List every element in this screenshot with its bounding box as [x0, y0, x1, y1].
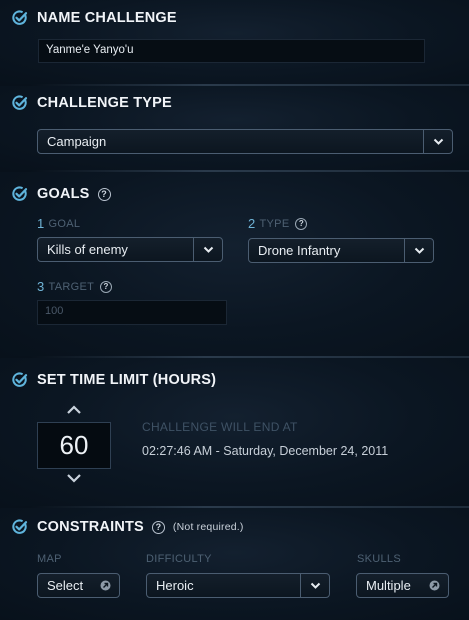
difficulty-label: DIFFICULTY	[146, 553, 212, 565]
check-circle-icon	[12, 372, 28, 387]
heading-text: CONSTRAINTS	[37, 519, 144, 535]
target-label-text: TARGET	[48, 280, 95, 293]
chevron-up-icon[interactable]	[66, 405, 82, 415]
challenge-type-heading: CHALLENGE TYPE	[12, 95, 172, 111]
goal-dropdown[interactable]: Kills of enemy	[37, 237, 223, 262]
check-circle-icon	[12, 10, 28, 25]
dropdown-value: Campaign	[47, 134, 107, 149]
check-circle-icon	[12, 519, 28, 534]
heading-text: NAME CHALLENGE	[37, 10, 177, 26]
heading-text: SET TIME LIMIT (HOURS)	[37, 372, 217, 388]
constraints-heading: CONSTRAINTS ? (Not required.)	[12, 519, 244, 535]
difficulty-dropdown[interactable]: Heroic	[146, 573, 330, 598]
dropdown-value: Kills of enemy	[47, 242, 128, 257]
external-link-icon	[100, 580, 111, 591]
help-icon[interactable]: ?	[295, 217, 308, 230]
button-label: Select	[47, 578, 84, 593]
type-label-text: TYPE	[259, 217, 290, 230]
chevron-down-icon[interactable]	[193, 238, 222, 261]
name-challenge-heading: NAME CHALLENGE	[12, 10, 177, 26]
chevron-down-icon[interactable]	[300, 574, 329, 597]
chevron-down-icon[interactable]	[423, 130, 452, 153]
goals-heading: GOALS ?	[12, 186, 111, 202]
heading-text: CHALLENGE TYPE	[37, 95, 172, 111]
end-time-label: CHALLENGE WILL END AT	[142, 420, 298, 434]
not-required-note: (Not required.)	[172, 521, 244, 533]
time-limit-heading: SET TIME LIMIT (HOURS)	[12, 372, 216, 388]
skulls-label: SKULLS	[357, 553, 401, 565]
target-label: 3 TARGET ?	[37, 279, 113, 294]
external-link-icon	[429, 580, 440, 591]
type-label: 2 TYPE ?	[248, 216, 308, 231]
heading-text: GOALS	[37, 186, 90, 202]
help-icon[interactable]: ?	[97, 187, 111, 201]
challenge-type-dropdown[interactable]: Campaign	[37, 129, 453, 154]
type-number: 2	[248, 216, 256, 231]
end-time-value: 02:27:46 AM - Saturday, December 24, 201…	[142, 444, 389, 458]
check-circle-icon	[12, 95, 28, 110]
help-icon[interactable]: ?	[151, 520, 165, 534]
button-label: Multiple	[366, 578, 411, 593]
chevron-down-icon[interactable]	[66, 473, 82, 483]
help-icon[interactable]: ?	[100, 280, 113, 293]
target-input[interactable]: 100	[37, 300, 227, 325]
skulls-select-button[interactable]: Multiple	[356, 573, 449, 598]
dropdown-value: Heroic	[156, 578, 194, 593]
check-circle-icon	[12, 186, 28, 201]
goal-number: 1	[37, 216, 45, 231]
challenge-name-input[interactable]: Yanme'e Yanyo'u	[38, 39, 425, 63]
map-select-button[interactable]: Select	[37, 573, 120, 598]
map-label: MAP	[37, 553, 62, 565]
goal-label-text: GOAL	[48, 217, 81, 230]
target-number: 3	[37, 279, 45, 294]
chevron-down-icon[interactable]	[404, 239, 433, 262]
hours-stepper-value[interactable]: 60	[37, 422, 111, 469]
dropdown-value: Drone Infantry	[258, 243, 341, 258]
type-dropdown[interactable]: Drone Infantry	[248, 238, 434, 263]
goal-label: 1 GOAL	[37, 216, 80, 231]
